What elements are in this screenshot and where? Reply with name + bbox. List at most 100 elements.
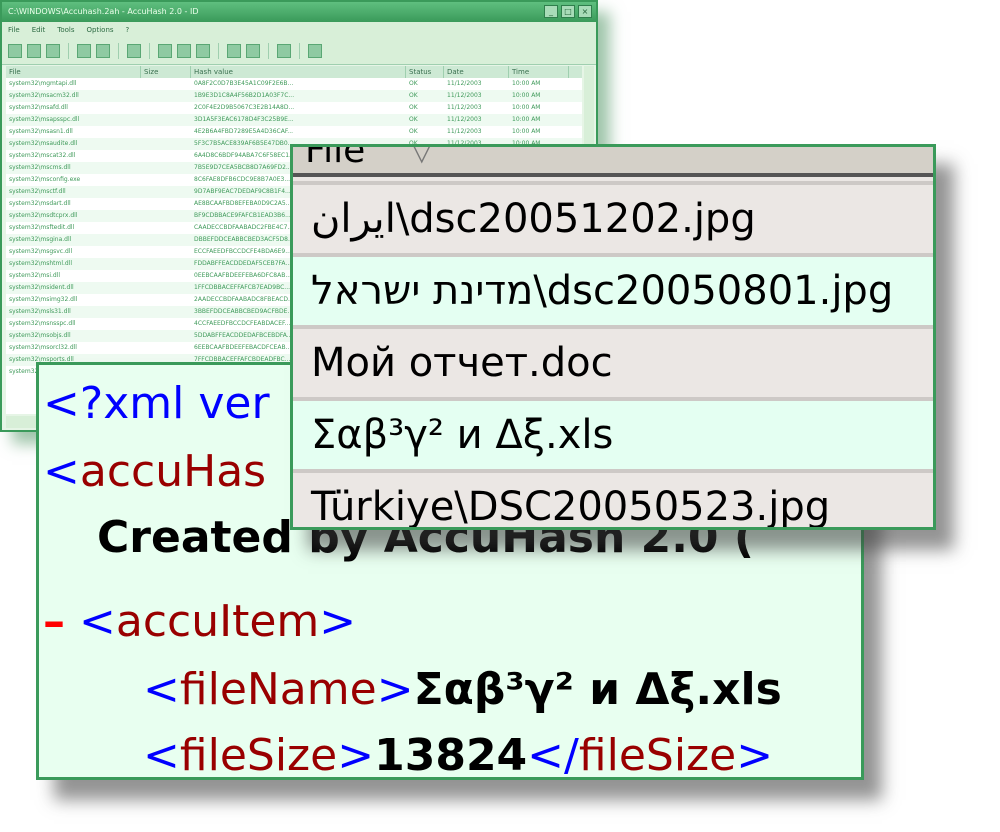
add-files-icon[interactable] [77, 44, 91, 58]
file-row-5[interactable]: Türkiye\DSC20050523.jpg [293, 469, 933, 530]
toolbar-separator [118, 43, 119, 59]
table-cell: system32\msconfig.exe [9, 176, 81, 183]
file-row-2[interactable]: מדינת ישראל\dsc20050801.jpg [293, 253, 933, 325]
app-title: C:\WINDOWS\Accuhash.2ah - AccuHash 2.0 -… [8, 7, 199, 16]
xml-item-open: < [79, 596, 116, 647]
file-list-panel: File ▽ ایران\dsc20051202.jpg מדינת ישראל… [290, 144, 936, 530]
verify-icon[interactable] [127, 44, 141, 58]
table-cell [141, 114, 191, 126]
maximize-button[interactable]: □ [561, 5, 575, 18]
table-cell: 10:00 AM [512, 128, 541, 135]
table-cell [141, 222, 191, 234]
xml-filesize-end-name: fileSize [578, 730, 737, 780]
help-icon[interactable] [277, 44, 291, 58]
file-column-label: File [305, 144, 366, 171]
menu-tools[interactable]: Tools [57, 22, 74, 38]
toolbar-separator [299, 43, 300, 59]
options-icon[interactable] [246, 44, 260, 58]
properties-icon[interactable] [227, 44, 241, 58]
table-cell: system32\msaudite.dll [9, 140, 78, 147]
file-column-header[interactable]: File ▽ [293, 144, 933, 177]
file-row-1[interactable]: ایران\dsc20051202.jpg [293, 181, 933, 253]
column-status[interactable]: Status [406, 66, 444, 78]
table-cell: system32\msafd.dll [9, 104, 68, 111]
xml-filename-value: Σαβ³γ² и Δξ.xls [413, 664, 782, 715]
table-cell [141, 210, 191, 222]
app-toolbar [2, 38, 596, 65]
table-cell: system32\msnsspc.dll [9, 320, 76, 327]
app-titlebar: C:\WINDOWS\Accuhash.2ah - AccuHash 2.0 -… [2, 2, 596, 22]
table-cell: 4E2B6A4FBD7289E5A4D36CAF... [194, 128, 294, 135]
table-cell: 2C0F4E2D9B5067C3E2B14A8D... [194, 104, 295, 111]
column-size[interactable]: Size [141, 66, 191, 78]
xml-filesize-end-open: </ [527, 730, 579, 780]
table-cell: 10:00 AM [512, 116, 541, 123]
new-icon[interactable] [8, 44, 22, 58]
copy-icon[interactable] [158, 44, 172, 58]
table-cell: OK [409, 128, 418, 135]
about-icon[interactable] [308, 44, 322, 58]
grid-header: File Size Hash value Status Date Time [6, 66, 582, 78]
delete-icon[interactable] [196, 44, 210, 58]
xml-filesize-line: <fileSize>13824</fileSize> [143, 730, 773, 780]
menu-help[interactable]: ? [126, 22, 130, 38]
collapse-icon[interactable]: – [43, 596, 65, 647]
file-name: Türkiye\DSC20050523.jpg [311, 484, 831, 530]
table-cell [141, 306, 191, 318]
table-cell: system32\msgina.dll [9, 236, 72, 243]
close-button[interactable]: × [578, 5, 592, 18]
table-row[interactable]: system32\mgmtapi.dll 0A8F2C0D7B3E45A1C09F… [6, 78, 582, 90]
table-cell [141, 198, 191, 210]
table-cell: system32\mscat32.dll [9, 152, 76, 159]
table-cell: system32\msasn1.dll [9, 128, 73, 135]
table-cell: system32\msgsvc.dll [9, 248, 73, 255]
menu-options[interactable]: Options [87, 22, 114, 38]
table-cell: 10:00 AM [512, 80, 541, 87]
xml-filesize-value: 13824 [374, 730, 528, 780]
menu-file[interactable]: File [8, 22, 20, 38]
toolbar-separator [268, 43, 269, 59]
table-cell: system32\msimg32.dll [9, 296, 78, 303]
menu-edit[interactable]: Edit [32, 22, 46, 38]
xml-root-bracket: < [43, 446, 80, 497]
table-row[interactable]: system32\msapsspc.dll 3D1A5F3EAC6178D4F3C… [6, 114, 582, 126]
table-cell: 11/12/2003 [447, 104, 482, 111]
paste-icon[interactable] [177, 44, 191, 58]
xml-filename-name: fileName [179, 664, 377, 715]
xml-filesize-open: < [143, 730, 180, 780]
add-folder-icon[interactable] [96, 44, 110, 58]
column-hash[interactable]: Hash value [191, 66, 406, 78]
column-time[interactable]: Time [509, 66, 569, 78]
file-name: Мой отчет.doc [311, 340, 613, 386]
toolbar-separator [68, 43, 69, 59]
save-icon[interactable] [46, 44, 60, 58]
table-cell: 10:00 AM [512, 92, 541, 99]
file-row-4[interactable]: Σαβ³γ² и Δξ.xls [293, 397, 933, 469]
table-cell: OK [409, 92, 418, 99]
table-cell: system32\msobjs.dll [9, 332, 71, 339]
minimize-button[interactable]: _ [544, 5, 558, 18]
table-cell [141, 102, 191, 114]
table-cell [141, 234, 191, 246]
file-row-3[interactable]: Мой отчет.doc [293, 325, 933, 397]
table-cell: system32\msls31.dll [9, 308, 71, 315]
table-row[interactable]: system32\msasn1.dll 4E2B6A4FBD7289E5A4D36… [6, 126, 582, 138]
table-row[interactable]: system32\msacm32.dll 1B9E3D1C8A4F56B2D1A0… [6, 90, 582, 102]
table-cell: system32\msi.dll [9, 272, 61, 279]
table-row[interactable]: system32\msafd.dll 2C0F4E2D9B5067C3E2B14A… [6, 102, 582, 114]
sort-arrow-icon: ▽ [411, 144, 433, 167]
table-cell [141, 318, 191, 330]
column-date[interactable]: Date [444, 66, 509, 78]
table-cell: OK [409, 104, 418, 111]
table-cell [141, 186, 191, 198]
table-cell [141, 78, 191, 90]
table-cell [141, 270, 191, 282]
open-icon[interactable] [27, 44, 41, 58]
table-cell: OK [409, 80, 418, 87]
table-cell: system32\mscms.dll [9, 164, 71, 171]
table-cell: 1B9E3D1C8A4F56B2D1A03F7C... [194, 92, 295, 99]
xml-filesize-close: > [337, 730, 375, 780]
xml-declaration: <?xml ver [43, 378, 270, 429]
column-file[interactable]: File [6, 66, 141, 78]
table-cell: system32\msdtcprx.dll [9, 212, 78, 219]
